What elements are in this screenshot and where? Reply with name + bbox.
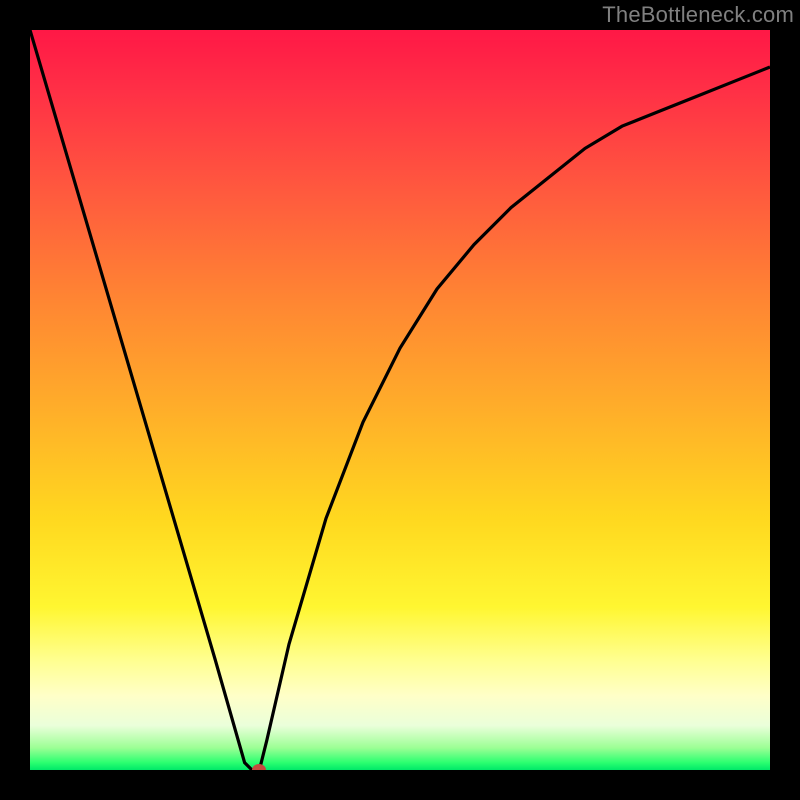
curve-svg — [30, 30, 770, 770]
curve-line — [30, 30, 770, 770]
plot-area — [30, 30, 770, 770]
minimum-marker — [252, 764, 266, 770]
watermark-text: TheBottleneck.com — [602, 2, 794, 28]
chart-frame: TheBottleneck.com — [0, 0, 800, 800]
